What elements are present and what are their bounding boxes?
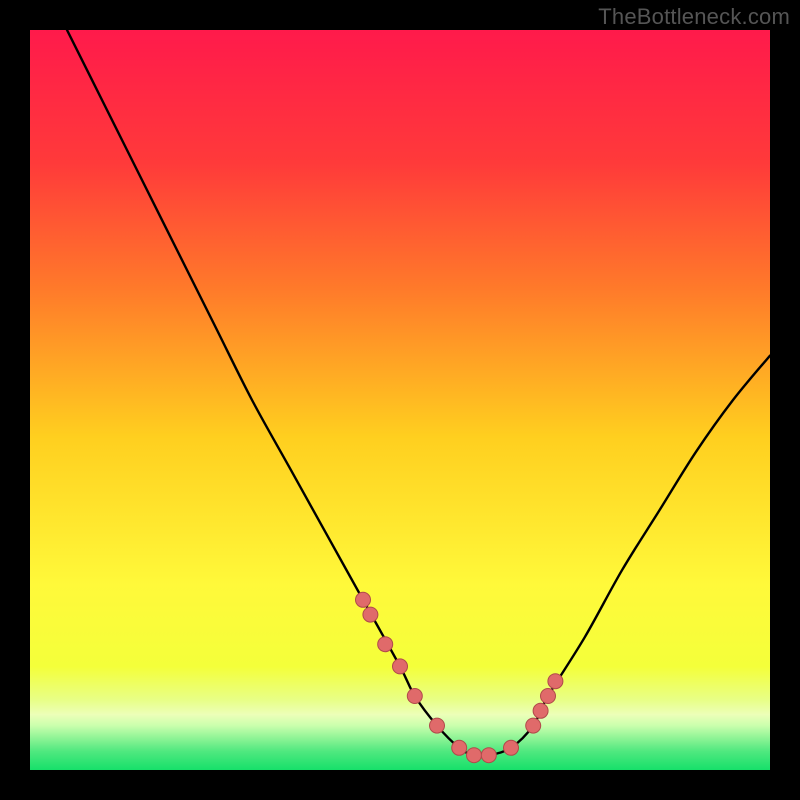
marker-point	[452, 740, 467, 755]
marker-point	[393, 659, 408, 674]
marker-point	[378, 637, 393, 652]
curve-layer	[67, 30, 770, 756]
marker-point	[526, 718, 541, 733]
marker-point	[533, 703, 548, 718]
chart-svg	[30, 30, 770, 770]
marker-layer	[356, 592, 563, 762]
marker-point	[356, 592, 371, 607]
marker-point	[548, 674, 563, 689]
bottleneck-curve	[67, 30, 770, 756]
marker-point	[407, 689, 422, 704]
marker-point	[430, 718, 445, 733]
chart-frame: TheBottleneck.com	[0, 0, 800, 800]
marker-point	[504, 740, 519, 755]
watermark-text: TheBottleneck.com	[598, 4, 790, 30]
plot-area	[30, 30, 770, 770]
marker-point	[363, 607, 378, 622]
marker-point	[467, 748, 482, 763]
marker-point	[541, 689, 556, 704]
marker-point	[481, 748, 496, 763]
